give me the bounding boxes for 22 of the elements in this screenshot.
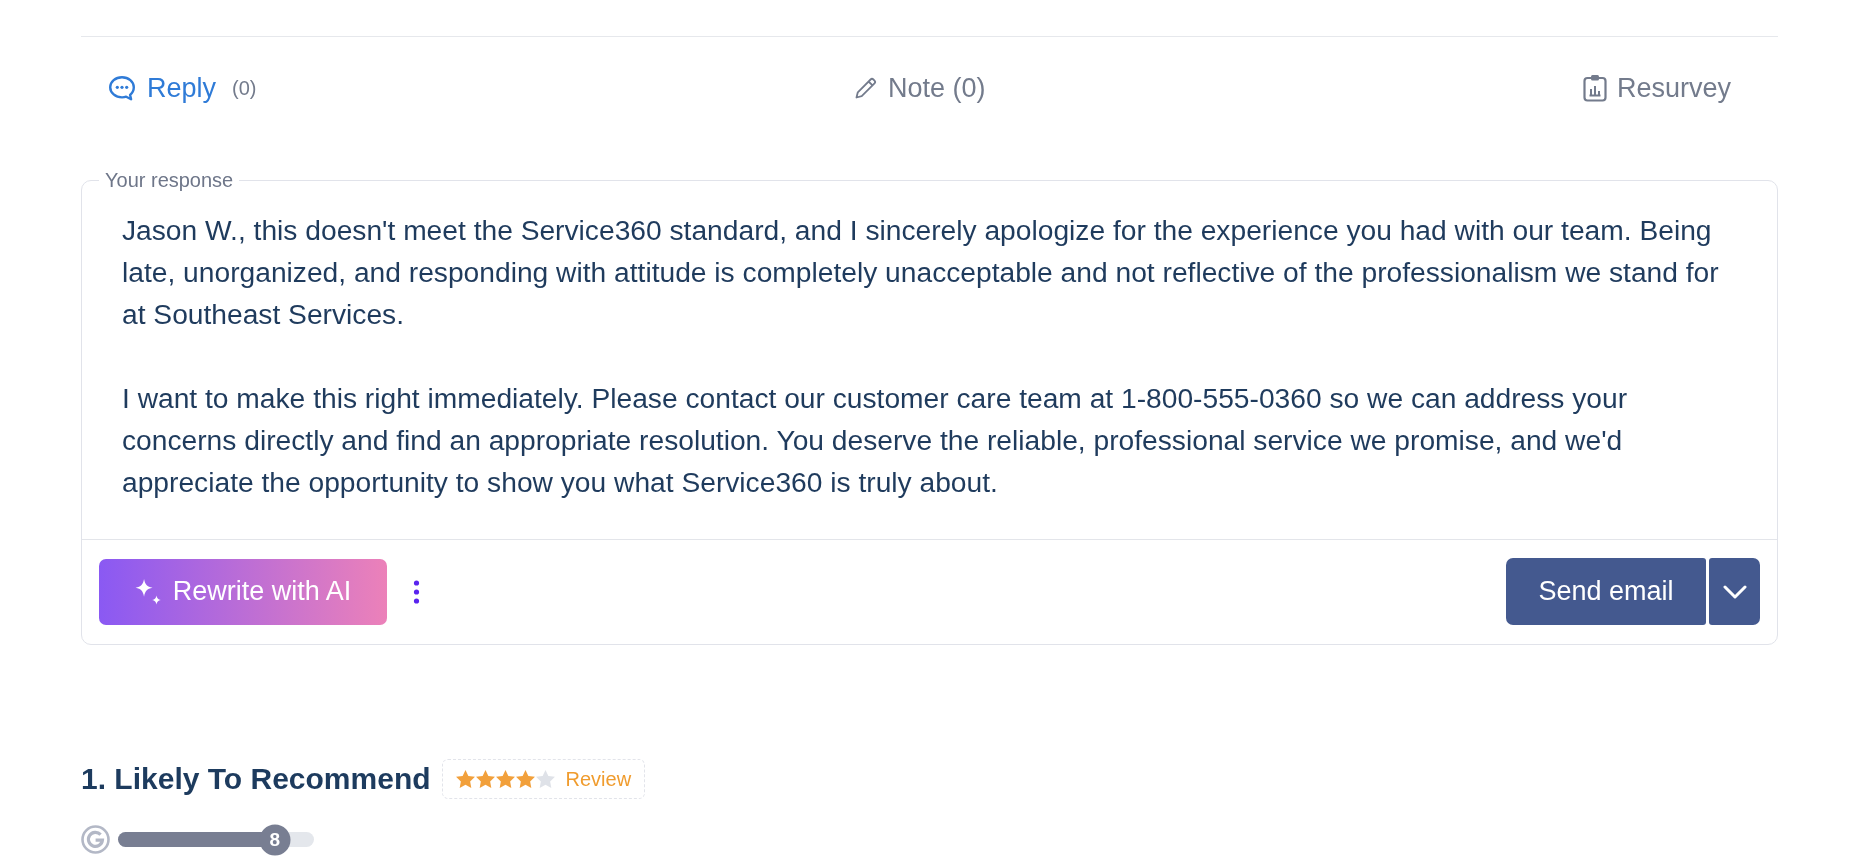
filled-star-icon [455, 770, 475, 788]
note-tab[interactable]: Note (0) [853, 68, 986, 108]
score-thumb: 8 [259, 824, 291, 855]
filled-star-icon [515, 770, 535, 788]
more-vertical-icon [413, 579, 420, 604]
g-circle-icon [81, 825, 110, 854]
clipboard-chart-icon [1582, 74, 1607, 102]
question-title: 1. Likely To Recommend [81, 761, 431, 797]
response-field[interactable]: Jason W., this doesn't meet the Service360 standard, and I sincerely apologize for the experience you had with our team. Being late, unorganized, and responding with attitude is completely unacceptable and not reflective of the professionalism we stand for at Southeast Services. I want to make this right immediately. Please contact our customer care team at 1-800-555-0360 so we can address your concerns directly and find an appropriate resolution. You deserve the reliable, professional service we promise, and we'd appreciate the opportunity to show you what Service360 is truly about. [82, 190, 1777, 539]
resurvey-tab[interactable]: Resurvey [1582, 68, 1731, 108]
filled-star-icon [495, 770, 515, 788]
filled-star-icon [475, 770, 495, 788]
sparkle-icon [134, 578, 161, 605]
send-email-button[interactable]: Send email [1506, 558, 1706, 625]
chevron-down-icon [1722, 584, 1747, 599]
response-label: Your response [104, 170, 235, 190]
reply-tab[interactable]: Reply (0) [108, 68, 257, 108]
send-options-button[interactable] [1709, 558, 1760, 625]
pencil-icon [853, 76, 878, 100]
review-link[interactable]: Review [565, 764, 632, 794]
speech-bubble-icon [108, 75, 137, 101]
rewrite-ai-button[interactable]: Rewrite with AI [99, 558, 387, 625]
